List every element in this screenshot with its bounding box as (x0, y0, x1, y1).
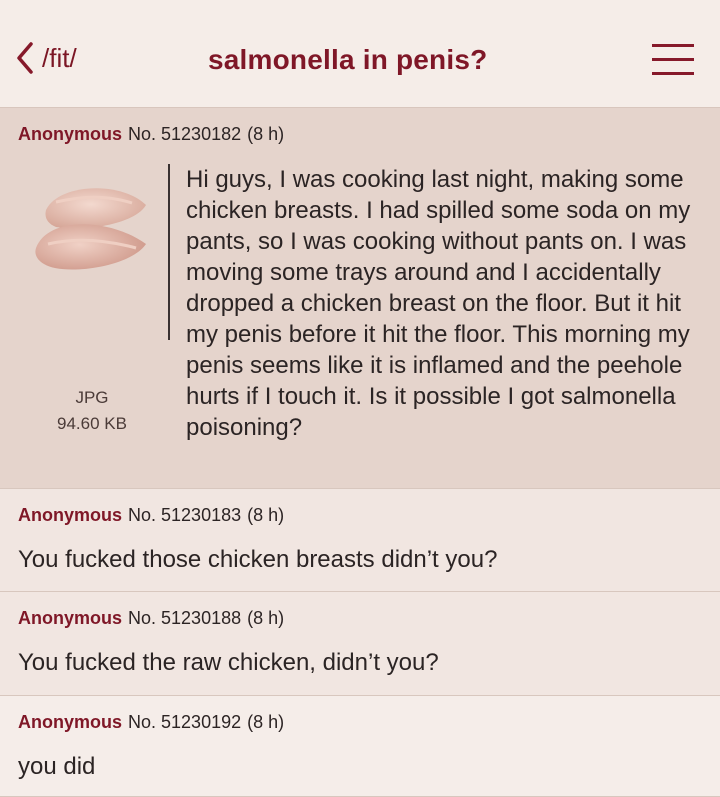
post-number[interactable]: No. 51230183 (128, 505, 241, 526)
post-text: Hi guys, I was cooking last night, makin… (186, 166, 691, 441)
original-post-body: JPG 94.60 KB Hi guys, I was cooking last… (18, 164, 702, 488)
post-time: (8 h) (247, 124, 285, 144)
reply-post: Anonymous No. 51230188 (8 h) You fucked … (0, 592, 720, 696)
post-number[interactable]: No. 51230182 (128, 124, 241, 145)
menu-line (652, 44, 694, 47)
post-meta: Anonymous No. 51230183 (8 h) (18, 505, 702, 526)
reply-post: Anonymous No. 51230183 (8 h) You fucked … (0, 489, 720, 592)
poster-name: Anonymous (18, 505, 123, 525)
hamburger-menu-icon[interactable] (652, 44, 694, 78)
post-number[interactable]: No. 51230188 (128, 608, 241, 629)
post-text: You fucked those chicken breasts didn’t … (18, 546, 498, 573)
board-name[interactable]: /fit/ (42, 43, 77, 74)
image-file-size: 94.60 KB (57, 414, 127, 433)
post-time: (8 h) (247, 505, 285, 525)
poster-name: Anonymous (18, 608, 123, 628)
image-divider (168, 164, 170, 340)
post-meta: Anonymous No. 51230192 (8 h) (18, 712, 702, 733)
menu-line (652, 58, 694, 61)
post-text: you did (18, 753, 96, 780)
post-number[interactable]: No. 51230192 (128, 712, 241, 733)
original-post: Anonymous No. 51230182 (8 h) JPG 94.60 K… (0, 108, 720, 489)
post-text: You fucked the raw chicken, didn’t you? (18, 649, 439, 676)
post-meta: Anonymous No. 51230182 (8 h) (18, 124, 702, 145)
chevron-left-icon (17, 42, 33, 74)
post-meta: Anonymous No. 51230188 (8 h) (18, 608, 702, 629)
poster-name: Anonymous (18, 124, 123, 144)
menu-line (652, 72, 694, 75)
poster-name: Anonymous (18, 712, 123, 732)
post-image[interactable]: JPG 94.60 KB (18, 172, 166, 472)
thread-title: salmonella in penis? (208, 44, 488, 75)
post-time: (8 h) (247, 712, 285, 732)
reply-post: Anonymous No. 51230192 (8 h) you did (0, 696, 720, 797)
post-time: (8 h) (247, 608, 285, 628)
top-bar: /fit/ salmonella in penis? (0, 0, 720, 108)
back-button[interactable]: /fit/ (16, 38, 77, 78)
chicken-breast-image[interactable] (28, 172, 156, 284)
image-file-type: JPG (75, 388, 109, 407)
